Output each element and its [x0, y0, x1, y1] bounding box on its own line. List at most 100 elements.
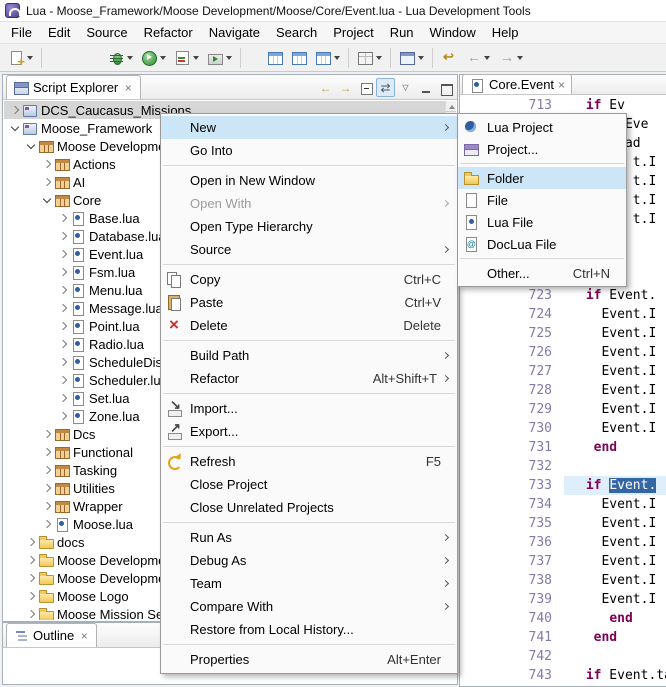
- expand-arrow-icon[interactable]: [40, 498, 54, 514]
- collapse-arrow-icon[interactable]: [40, 192, 54, 208]
- expand-arrow-icon[interactable]: [40, 444, 54, 460]
- context-menu-item-open-with[interactable]: Open With: [161, 192, 457, 215]
- submenu-item-file[interactable]: File: [458, 189, 626, 211]
- code-line[interactable]: 724 Event.I: [460, 305, 666, 324]
- collapse-arrow-icon[interactable]: [8, 120, 22, 136]
- menubar-item-search[interactable]: Search: [268, 23, 325, 42]
- tab-script-explorer[interactable]: Script Explorer: [6, 75, 141, 99]
- expand-arrow-icon[interactable]: [24, 552, 38, 568]
- expand-arrow-icon[interactable]: [56, 300, 70, 316]
- context-menu-item-export[interactable]: Export...: [161, 420, 457, 443]
- context-menu-item-import[interactable]: Import...: [161, 397, 457, 420]
- window-button[interactable]: [396, 47, 427, 69]
- maximize-icon[interactable]: [436, 78, 455, 97]
- code-line[interactable]: 723 if Event.: [460, 286, 666, 305]
- dropdown-caret-icon[interactable]: [193, 56, 199, 60]
- expand-arrow-icon[interactable]: [40, 174, 54, 190]
- context-menu-item-paste[interactable]: PasteCtrl+V: [161, 291, 457, 314]
- code-line[interactable]: 735 Event.I: [460, 514, 666, 533]
- context-menu-item-restore-from-local-history[interactable]: Restore from Local History...: [161, 618, 457, 641]
- code-line[interactable]: 725 Event.I: [460, 324, 666, 343]
- code-line[interactable]: 743 if Event.ta: [460, 666, 666, 685]
- context-menu-item-refresh[interactable]: RefreshF5: [161, 450, 457, 473]
- expand-arrow-icon[interactable]: [40, 480, 54, 496]
- code-line[interactable]: 732: [460, 457, 666, 476]
- code-line[interactable]: 741 end: [460, 628, 666, 647]
- last-edit-button[interactable]: [438, 47, 460, 69]
- table-c-button[interactable]: [312, 47, 343, 69]
- context-menu-item-team[interactable]: Team: [161, 572, 457, 595]
- dropdown-caret-icon[interactable]: [484, 56, 490, 60]
- expand-arrow-icon[interactable]: [24, 534, 38, 550]
- menubar-item-help[interactable]: Help: [484, 23, 527, 42]
- menubar-item-navigate[interactable]: Navigate: [201, 23, 268, 42]
- collapse-all-icon[interactable]: [356, 78, 375, 97]
- context-menu-item-copy[interactable]: CopyCtrl+C: [161, 268, 457, 291]
- close-icon[interactable]: [78, 629, 90, 643]
- expand-arrow-icon[interactable]: [56, 246, 70, 262]
- dropdown-caret-icon[interactable]: [376, 56, 382, 60]
- forward-button[interactable]: [495, 47, 526, 69]
- code-line[interactable]: 729 Event.I: [460, 400, 666, 419]
- menubar-item-refactor[interactable]: Refactor: [136, 23, 201, 42]
- context-menu-item-close-project[interactable]: Close Project: [161, 473, 457, 496]
- table-a-button[interactable]: [264, 47, 286, 69]
- expand-arrow-icon[interactable]: [56, 264, 70, 280]
- new-wizard-button[interactable]: [5, 47, 36, 69]
- code-line[interactable]: 726 Event.I: [460, 343, 666, 362]
- expand-arrow-icon[interactable]: [24, 606, 38, 620]
- context-menu-item-source[interactable]: Source: [161, 238, 457, 261]
- expand-arrow-icon[interactable]: [56, 228, 70, 244]
- context-menu-item-delete[interactable]: DeleteDelete: [161, 314, 457, 337]
- context-menu-item-compare-with[interactable]: Compare With: [161, 595, 457, 618]
- minimize-icon[interactable]: [416, 78, 435, 97]
- expand-arrow-icon[interactable]: [56, 354, 70, 370]
- expand-arrow-icon[interactable]: [40, 516, 54, 532]
- submenu-item-project[interactable]: Project...: [458, 138, 626, 160]
- context-menu-item-new[interactable]: New: [161, 116, 457, 139]
- dropdown-caret-icon[interactable]: [418, 56, 424, 60]
- expand-arrow-icon[interactable]: [8, 102, 22, 118]
- context-menu-item-properties[interactable]: PropertiesAlt+Enter: [161, 648, 457, 671]
- code-line[interactable]: 728 Event.I: [460, 381, 666, 400]
- code-line[interactable]: 736 Event.I: [460, 533, 666, 552]
- back-button[interactable]: [462, 47, 493, 69]
- expand-arrow-icon[interactable]: [56, 372, 70, 388]
- code-line[interactable]: 733 if Event.: [460, 476, 666, 495]
- menubar-item-window[interactable]: Window: [422, 23, 484, 42]
- dropdown-caret-icon[interactable]: [160, 56, 166, 60]
- dropdown-caret-icon[interactable]: [226, 56, 232, 60]
- code-line[interactable]: 734 Event.I: [460, 495, 666, 514]
- menubar-item-project[interactable]: Project: [325, 23, 381, 42]
- expand-arrow-icon[interactable]: [40, 156, 54, 172]
- dropdown-caret-icon[interactable]: [334, 56, 340, 60]
- close-icon[interactable]: [122, 81, 134, 95]
- external-tools-button[interactable]: [204, 47, 235, 69]
- expand-arrow-icon[interactable]: [56, 408, 70, 424]
- menubar-item-edit[interactable]: Edit: [40, 23, 78, 42]
- context-menu-item-open-type-hierarchy[interactable]: Open Type Hierarchy: [161, 215, 457, 238]
- submenu-item-doclua-file[interactable]: DocLua File: [458, 233, 626, 255]
- expand-arrow-icon[interactable]: [56, 210, 70, 226]
- run-button[interactable]: [138, 47, 169, 69]
- menubar-item-source[interactable]: Source: [78, 23, 135, 42]
- expand-arrow-icon[interactable]: [56, 390, 70, 406]
- code-line[interactable]: 738 Event.I: [460, 571, 666, 590]
- back-icon[interactable]: [316, 78, 335, 97]
- coverage-button[interactable]: [171, 47, 202, 69]
- code-line[interactable]: 737 Event.I: [460, 552, 666, 571]
- dropdown-caret-icon[interactable]: [517, 56, 523, 60]
- link-with-editor-icon[interactable]: [376, 78, 395, 97]
- close-icon[interactable]: [558, 78, 565, 92]
- menubar-item-run[interactable]: Run: [382, 23, 422, 42]
- collapse-arrow-icon[interactable]: [24, 138, 38, 154]
- submenu-item-lua-project[interactable]: Lua Project: [458, 116, 626, 138]
- expand-arrow-icon[interactable]: [56, 282, 70, 298]
- tab-core-event[interactable]: Core.Event: [462, 74, 572, 94]
- expand-arrow-icon[interactable]: [40, 462, 54, 478]
- context-menu-item-close-unrelated-projects[interactable]: Close Unrelated Projects: [161, 496, 457, 519]
- expand-arrow-icon[interactable]: [56, 318, 70, 334]
- context-menu-item-run-as[interactable]: Run As: [161, 526, 457, 549]
- context-menu-item-refactor[interactable]: RefactorAlt+Shift+T: [161, 367, 457, 390]
- menubar-item-file[interactable]: File: [3, 23, 40, 42]
